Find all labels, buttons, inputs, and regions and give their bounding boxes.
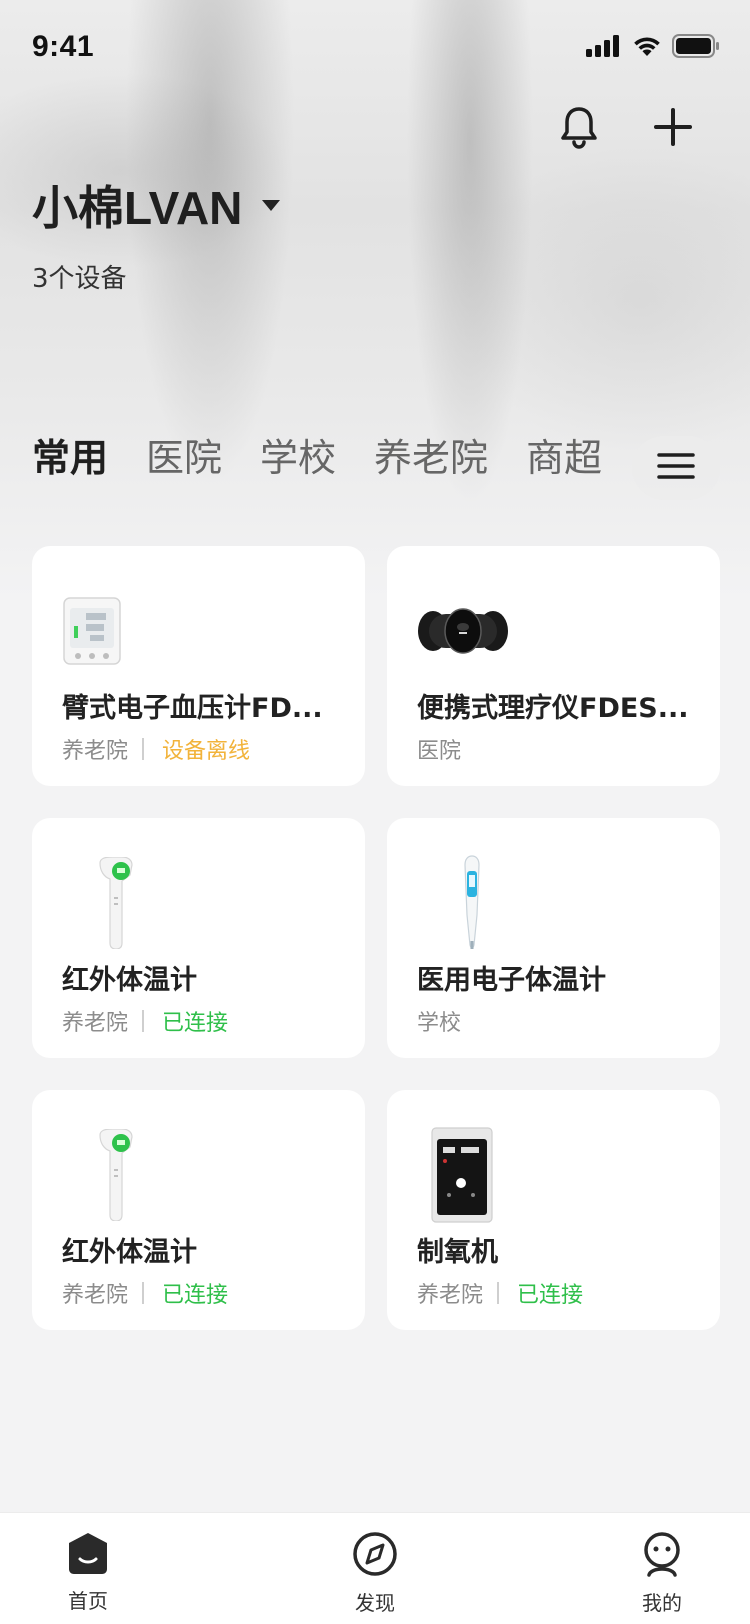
account-name: 小棉LVAN: [32, 182, 243, 234]
device-status: 已连接: [517, 1283, 584, 1308]
device-card[interactable]: 便携式理疗仪FDES... 医院: [387, 546, 720, 786]
device-location: 学校: [417, 1011, 462, 1036]
device-meta: 养老院 设备离线: [62, 733, 250, 765]
header-background: [0, 0, 750, 600]
profile-icon: [639, 1532, 685, 1581]
tab-hospital[interactable]: 医院: [146, 428, 222, 488]
add-device-button[interactable]: [646, 102, 700, 156]
device-name: 红外体温计: [62, 1237, 197, 1268]
device-name: 臂式电子血压计FD...: [62, 693, 323, 724]
bell-icon: [559, 105, 599, 153]
device-location: 养老院: [62, 1011, 129, 1036]
device-count: 3个设备: [32, 264, 127, 294]
device-meta: 养老院 已连接: [417, 1277, 583, 1309]
account-switcher[interactable]: 小棉LVAN: [32, 172, 281, 238]
oxygen-concentrator-icon: [417, 1120, 537, 1230]
nav-discover-label: 发现: [355, 1591, 395, 1615]
device-location: 养老院: [62, 739, 129, 764]
category-tabs: 常用 医院 学校 养老院 商超: [32, 428, 632, 488]
category-menu-button[interactable]: [632, 436, 720, 500]
device-card[interactable]: 红外体温计 养老院 已连接: [32, 1090, 365, 1330]
battery-icon: [672, 34, 720, 62]
nav-profile[interactable]: 我的: [602, 1531, 722, 1616]
physio-device-icon: [417, 576, 537, 686]
menu-icon: [657, 452, 695, 484]
nav-home[interactable]: 首页: [28, 1531, 148, 1614]
wifi-icon: [632, 35, 662, 61]
device-meta: 养老院 已连接: [62, 1277, 228, 1309]
blood-pressure-monitor-icon: [62, 576, 182, 686]
nav-profile-label: 我的: [642, 1591, 682, 1615]
meta-divider: [142, 1010, 145, 1032]
tab-nursing-home[interactable]: 养老院: [374, 428, 488, 488]
home-screen: 9:41 小棉LVAN 3个设备 常用 医院 学校 养老院 商超 臂式电子血压计…: [0, 0, 750, 1624]
header-actions: [552, 102, 700, 156]
tab-school[interactable]: 学校: [260, 428, 336, 488]
infrared-thermometer-icon: [62, 848, 182, 958]
digital-thermometer-icon: [417, 848, 537, 958]
cellular-signal-icon: [586, 35, 622, 61]
status-icons: [586, 34, 720, 62]
notification-button[interactable]: [552, 102, 606, 156]
device-card[interactable]: 制氧机 养老院 已连接: [387, 1090, 720, 1330]
device-meta: 养老院 已连接: [62, 1005, 228, 1037]
device-meta: 学校: [417, 1005, 461, 1037]
device-status: 已连接: [162, 1011, 229, 1036]
meta-divider: [497, 1282, 500, 1304]
nav-home-label: 首页: [68, 1589, 108, 1613]
device-status: 已连接: [162, 1283, 229, 1308]
plus-icon: [653, 107, 693, 151]
infrared-thermometer-icon: [62, 1120, 182, 1230]
compass-icon: [352, 1532, 398, 1581]
meta-divider: [142, 1282, 145, 1304]
meta-divider: [142, 738, 145, 760]
device-grid: 臂式电子血压计FD... 养老院 设备离线 便携式理疗仪FDES... 医院 红…: [32, 546, 720, 1330]
device-name: 便携式理疗仪FDES...: [417, 693, 689, 724]
tab-common[interactable]: 常用: [32, 428, 108, 488]
device-name: 医用电子体温计: [417, 965, 606, 996]
device-card[interactable]: 臂式电子血压计FD... 养老院 设备离线: [32, 546, 365, 786]
device-location: 医院: [417, 739, 462, 764]
device-location: 养老院: [62, 1283, 129, 1308]
device-card[interactable]: 医用电子体温计 学校: [387, 818, 720, 1058]
nav-discover[interactable]: 发现: [315, 1531, 435, 1616]
device-name: 红外体温计: [62, 965, 197, 996]
bottom-tab-bar: 首页 发现 我的: [0, 1512, 750, 1624]
status-bar: 9:41: [0, 0, 750, 88]
home-icon: [65, 1533, 111, 1579]
device-location: 养老院: [417, 1283, 484, 1308]
status-time: 9:41: [32, 30, 95, 63]
tab-supermarket[interactable]: 商超: [526, 428, 602, 488]
caret-down-icon: [262, 199, 281, 211]
device-status: 设备离线: [162, 739, 251, 764]
device-card[interactable]: 红外体温计 养老院 已连接: [32, 818, 365, 1058]
device-meta: 医院: [417, 733, 461, 765]
device-name: 制氧机: [417, 1237, 498, 1268]
